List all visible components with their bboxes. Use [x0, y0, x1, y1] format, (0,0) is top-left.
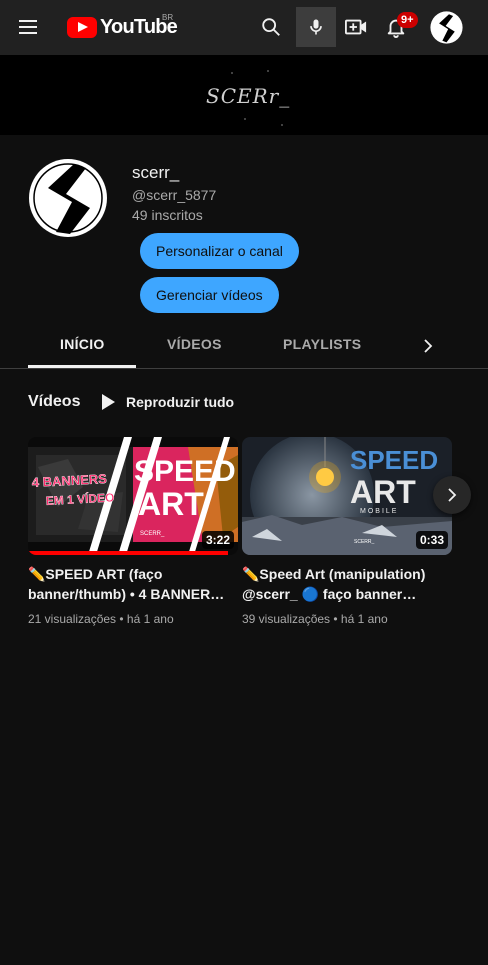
video-duration: 0:33: [415, 531, 448, 549]
channel-handle: @scerr_5877: [132, 187, 217, 203]
menu-icon[interactable]: [14, 12, 44, 42]
thumb-text-line1: SPEED: [350, 445, 438, 475]
play-all-label: Reproduzir tudo: [126, 394, 235, 410]
create-video-icon[interactable]: [336, 7, 376, 47]
video-title[interactable]: ✏️SPEED ART (faço banner/thumb) • 4 BANN…: [28, 564, 238, 604]
video-thumbnail[interactable]: 4 BANNERS EM 1 VÍDEO SPEED ART SCERR_ 3:…: [28, 437, 238, 555]
thumb-text-line2: ART: [350, 474, 416, 510]
thumb-text-line3: SPEED: [134, 455, 236, 488]
youtube-logo[interactable]: YouTube BR: [67, 13, 178, 40]
tab-home[interactable]: INÍCIO: [60, 336, 105, 352]
account-avatar[interactable]: [430, 11, 463, 44]
channel-avatar: [28, 158, 108, 238]
section-title: Vídeos: [28, 393, 81, 410]
manage-videos-button[interactable]: Gerenciar vídeos: [140, 277, 279, 313]
video-title[interactable]: ✏️Speed Art (manipulation) @scerr_ 🔵 faç…: [242, 564, 452, 604]
thumb-signature: SCERR_: [354, 539, 375, 545]
active-tab-indicator: [28, 365, 136, 368]
play-icon: [102, 394, 115, 410]
top-app-bar: YouTube BR 9+: [0, 0, 488, 55]
video-card[interactable]: 4 BANNERS EM 1 VÍDEO SPEED ART SCERR_ 3:…: [28, 437, 238, 626]
channel-tabs: INÍCIO VÍDEOS PLAYLISTS: [0, 322, 488, 369]
notifications-badge: 9+: [397, 12, 418, 28]
video-duration: 3:22: [201, 531, 234, 549]
video-card[interactable]: SPEED ART MOBILE SCERR_ 0:33 ✏️Speed Art…: [242, 437, 452, 626]
chevron-right-icon[interactable]: [418, 334, 438, 358]
thumb-signature: SCERR_: [140, 531, 165, 537]
video-meta: 21 visualizações • há 1 ano: [28, 612, 174, 626]
chevron-right-icon: [448, 488, 457, 502]
video-meta: 39 visualizações • há 1 ano: [242, 612, 388, 626]
channel-name: scerr_: [132, 163, 180, 182]
video-thumbnail[interactable]: SPEED ART MOBILE SCERR_ 0:33: [242, 437, 452, 555]
watch-progress-bar: [28, 551, 228, 555]
carousel-next-button[interactable]: [433, 476, 471, 514]
youtube-logo-icon: [67, 16, 97, 38]
thumb-text-line3: MOBILE: [360, 508, 398, 515]
play-all-button[interactable]: Reproduzir tudo: [100, 393, 234, 411]
search-icon[interactable]: [251, 7, 291, 47]
logo-region: BR: [162, 13, 174, 22]
subscriber-count: 49 inscritos: [132, 207, 203, 223]
tab-playlists[interactable]: PLAYLISTS: [283, 336, 361, 352]
thumb-text-line4: ART: [138, 486, 204, 522]
microphone-icon[interactable]: [296, 7, 336, 47]
banner-text: SCERr_: [206, 84, 291, 108]
tab-videos[interactable]: VÍDEOS: [167, 336, 222, 352]
customize-channel-button[interactable]: Personalizar o canal: [140, 233, 299, 269]
